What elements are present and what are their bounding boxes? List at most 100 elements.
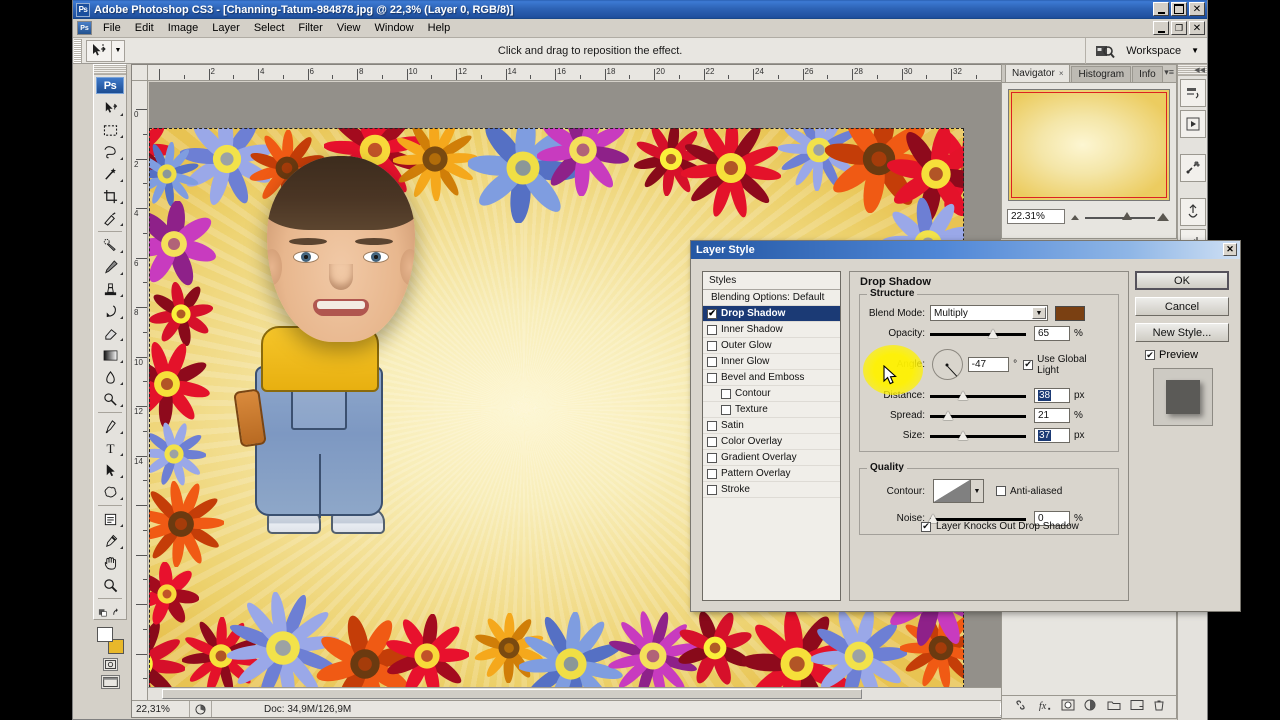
horizontal-type-tool[interactable]: T <box>94 437 126 459</box>
style-checkbox[interactable]: ✔ <box>707 308 717 319</box>
styles-list[interactable]: Styles Blending Options: Default ✔ Drop Sh… <box>702 271 841 601</box>
status-zoom-field[interactable]: 22,31% <box>132 701 190 717</box>
new-adjustment-layer-icon[interactable] <box>1084 698 1098 716</box>
healing-brush-tool[interactable] <box>94 234 126 256</box>
zoom-tool[interactable] <box>94 574 126 596</box>
navigator-panel-menu[interactable]: ▾≡ <box>1164 67 1174 78</box>
blur-tool[interactable] <box>94 366 126 388</box>
zoom-out-icon[interactable] <box>1071 214 1079 220</box>
style-checkbox[interactable] <box>707 452 717 463</box>
menu-help[interactable]: Help <box>421 20 458 36</box>
distance-thumb[interactable] <box>958 390 968 400</box>
tool-presets-icon[interactable] <box>1179 154 1206 182</box>
navigator-view-box[interactable] <box>1011 92 1167 198</box>
vertical-ruler[interactable]: 0 2 4 6 8 10 12 14 <box>132 81 148 717</box>
actions-panel-icon[interactable] <box>1179 110 1206 138</box>
style-row-drop-shadow[interactable]: ✔ Drop Shadow <box>703 306 840 322</box>
opacity-thumb[interactable] <box>988 328 998 338</box>
cancel-button[interactable]: Cancel <box>1135 297 1229 316</box>
go-to-bridge-icon[interactable] <box>1094 42 1116 60</box>
opacity-slider[interactable] <box>930 327 1026 341</box>
style-row-satin[interactable]: Satin <box>703 418 840 434</box>
add-layer-mask-icon[interactable] <box>1061 698 1075 716</box>
layers-panel-footer[interactable]: fx <box>1001 695 1177 719</box>
angle-dial[interactable] <box>932 349 963 380</box>
notes-tool[interactable] <box>94 508 126 530</box>
contour-dropdown[interactable]: ▼ <box>971 479 984 503</box>
dodge-tool[interactable] <box>94 388 126 410</box>
distance-field[interactable]: 38 <box>1034 388 1070 403</box>
maximize-button[interactable] <box>1171 2 1187 16</box>
style-checkbox[interactable] <box>707 356 717 367</box>
layer-style-dialog[interactable]: Layer Style ✕ Styles Blending Options: D… <box>690 240 1241 612</box>
ruler-corner[interactable] <box>132 65 148 81</box>
style-row-pattern-overlay[interactable]: Pattern Overlay <box>703 466 840 482</box>
spread-field[interactable]: 21 <box>1034 408 1070 423</box>
menu-edit[interactable]: Edit <box>128 20 161 36</box>
blend-mode-select[interactable]: Multiply ▼ <box>930 305 1048 321</box>
style-row-inner-glow[interactable]: Inner Glow <box>703 354 840 370</box>
styles-list-rows[interactable]: Blending Options: Default ✔ Drop Shadow Inn… <box>703 290 840 498</box>
eyedropper-tool[interactable] <box>94 530 126 552</box>
delete-layer-icon[interactable] <box>1153 698 1165 716</box>
default-colors-icon[interactable] <box>94 601 126 623</box>
style-checkbox[interactable] <box>707 484 717 495</box>
add-layer-style-icon[interactable]: fx <box>1037 698 1052 716</box>
menu-layer[interactable]: Layer <box>205 20 247 36</box>
foreground-color-swatch[interactable] <box>97 627 113 642</box>
navigator-controls[interactable]: 22.31% <box>1002 207 1176 229</box>
link-layers-icon[interactable] <box>1013 698 1028 716</box>
size-field[interactable]: 37 <box>1034 428 1070 443</box>
style-row-bevel-and-emboss[interactable]: Bevel and Emboss <box>703 370 840 386</box>
panel-menu-icon[interactable]: ▾≡ <box>1164 67 1174 78</box>
crop-tool[interactable] <box>94 185 126 207</box>
style-row-stroke[interactable]: Stroke <box>703 482 840 498</box>
clone-stamp-tool[interactable] <box>94 278 126 300</box>
menu-select[interactable]: Select <box>247 20 292 36</box>
doc-minimize-button[interactable] <box>1153 21 1169 35</box>
quick-mask-toggle[interactable] <box>94 658 126 671</box>
tab-histogram[interactable]: Histogram <box>1071 66 1132 82</box>
menu-image[interactable]: Image <box>161 20 206 36</box>
style-checkbox[interactable] <box>707 436 717 447</box>
new-layer-icon[interactable] <box>1130 698 1144 716</box>
custom-shape-tool[interactable] <box>94 481 126 503</box>
menu-window[interactable]: Window <box>368 20 421 36</box>
size-slider[interactable] <box>930 429 1026 443</box>
zoom-in-icon[interactable] <box>1157 212 1169 221</box>
style-checkbox[interactable] <box>707 340 717 351</box>
workspace-label[interactable]: Workspace <box>1126 45 1181 57</box>
style-checkbox[interactable] <box>707 468 717 479</box>
style-checkbox[interactable] <box>721 388 731 399</box>
close-button[interactable]: ✕ <box>1189 2 1205 16</box>
style-row-inner-shadow[interactable]: Inner Shadow <box>703 322 840 338</box>
navigator-zoom-slider[interactable] <box>1069 210 1171 224</box>
eraser-tool[interactable] <box>94 322 126 344</box>
history-brush-tool[interactable] <box>94 300 126 322</box>
brush-tool[interactable] <box>94 256 126 278</box>
canvas-horizontal-scrollbar[interactable] <box>148 687 1015 700</box>
opacity-field[interactable]: 65 <box>1034 326 1070 341</box>
anti-aliased-row[interactable]: Anti-aliased <box>996 486 1062 497</box>
lasso-tool[interactable] <box>94 141 126 163</box>
magic-wand-tool[interactable] <box>94 163 126 185</box>
status-preview-icon[interactable] <box>190 701 212 717</box>
style-row-outer-glow[interactable]: Outer Glow <box>703 338 840 354</box>
styles-list-header[interactable]: Styles <box>703 272 840 290</box>
style-checkbox[interactable] <box>707 372 717 383</box>
spread-thumb[interactable] <box>943 410 953 420</box>
style-row-contour[interactable]: Contour <box>703 386 840 402</box>
spread-slider[interactable] <box>930 409 1026 423</box>
horizontal-ruler[interactable]: 2 4 6 8 10 12 14 16 18 20 22 24 26 28 30 32 <box>148 65 1029 81</box>
distance-slider[interactable] <box>930 389 1026 403</box>
new-style-button[interactable]: New Style... <box>1135 323 1229 342</box>
history-panel-icon[interactable] <box>1179 79 1206 107</box>
preview-checkbox[interactable]: ✔ <box>1145 350 1155 360</box>
angle-field[interactable]: -47 <box>967 357 1010 372</box>
preview-row[interactable]: ✔ Preview <box>1145 349 1231 361</box>
menu-filter[interactable]: Filter <box>291 20 329 36</box>
chevron-down-icon-blend[interactable]: ▼ <box>1032 307 1046 319</box>
anti-aliased-checkbox[interactable] <box>996 486 1006 496</box>
chevron-down-icon[interactable]: ▼ <box>1191 46 1199 55</box>
use-global-light-row[interactable]: ✔ Use Global Light <box>1023 354 1110 376</box>
